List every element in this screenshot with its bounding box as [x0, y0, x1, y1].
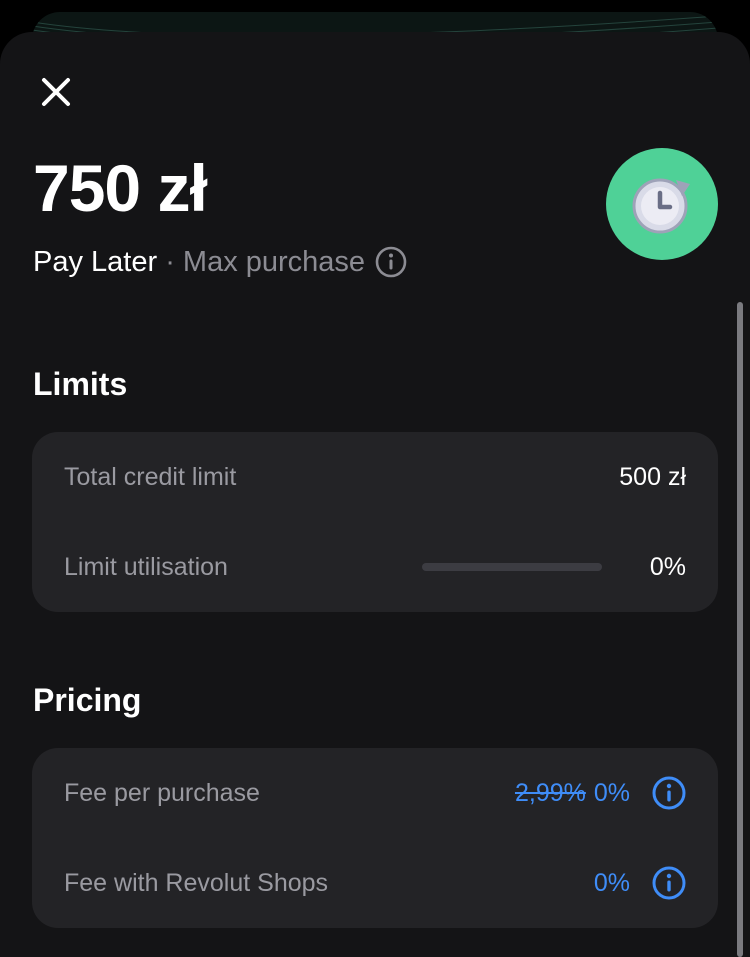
close-icon	[42, 78, 70, 106]
info-icon	[375, 246, 407, 278]
pay-later-sheet: 750 zł Pay Later · Max purchase Limits T…	[0, 32, 750, 957]
limits-card: Total credit limit 500 zł Limit utilisat…	[32, 432, 718, 612]
product-name: Pay Later	[33, 246, 158, 278]
total-credit-limit-label: Total credit limit	[64, 462, 237, 491]
limits-title: Limits	[33, 366, 128, 402]
subtitle-separator: ·	[157, 246, 183, 278]
fee-revolut-shops-row: Fee with Revolut Shops 0%	[64, 863, 686, 903]
limit-utilisation-row: Limit utilisation 0%	[64, 547, 686, 587]
fee-per-purchase-old-value: 2,99%	[514, 778, 586, 807]
info-icon	[652, 776, 686, 810]
fee-revolut-shops-value: 0%	[593, 868, 630, 897]
max-purchase-amount: 750 zł	[33, 151, 208, 225]
max-purchase-info-button[interactable]	[375, 246, 407, 278]
fee-revolut-shops-label: Fee with Revolut Shops	[64, 868, 329, 897]
product-subtitle: Pay Later · Max purchase	[33, 242, 407, 282]
limit-utilisation-bar	[421, 563, 602, 571]
limit-utilisation-value: 0%	[649, 552, 686, 581]
fee-per-purchase-current-value: 0%	[593, 778, 630, 807]
pricing-title: Pricing	[33, 682, 142, 718]
close-button[interactable]	[30, 66, 82, 118]
fee-revolut-shops-info-button[interactable]	[652, 866, 686, 900]
fee-per-purchase-label: Fee per purchase	[64, 778, 260, 807]
pricing-card: Fee per purchase 2,99% 0% Fee with Revolu…	[32, 748, 718, 928]
fee-per-purchase-row: Fee per purchase 2,99% 0%	[64, 773, 686, 813]
info-icon	[652, 866, 686, 900]
pay-later-badge	[606, 148, 718, 260]
limit-utilisation-label: Limit utilisation	[64, 552, 228, 581]
scrollbar[interactable]	[737, 302, 743, 957]
fee-per-purchase-value: 2,99% 0%	[515, 779, 630, 808]
clock-refresh-icon	[632, 178, 690, 234]
subtitle-label: Max purchase	[182, 246, 366, 278]
total-credit-limit-row: Total credit limit 500 zł	[64, 457, 686, 497]
total-credit-limit-value: 500 zł	[619, 462, 686, 491]
fee-per-purchase-info-button[interactable]	[652, 776, 686, 810]
